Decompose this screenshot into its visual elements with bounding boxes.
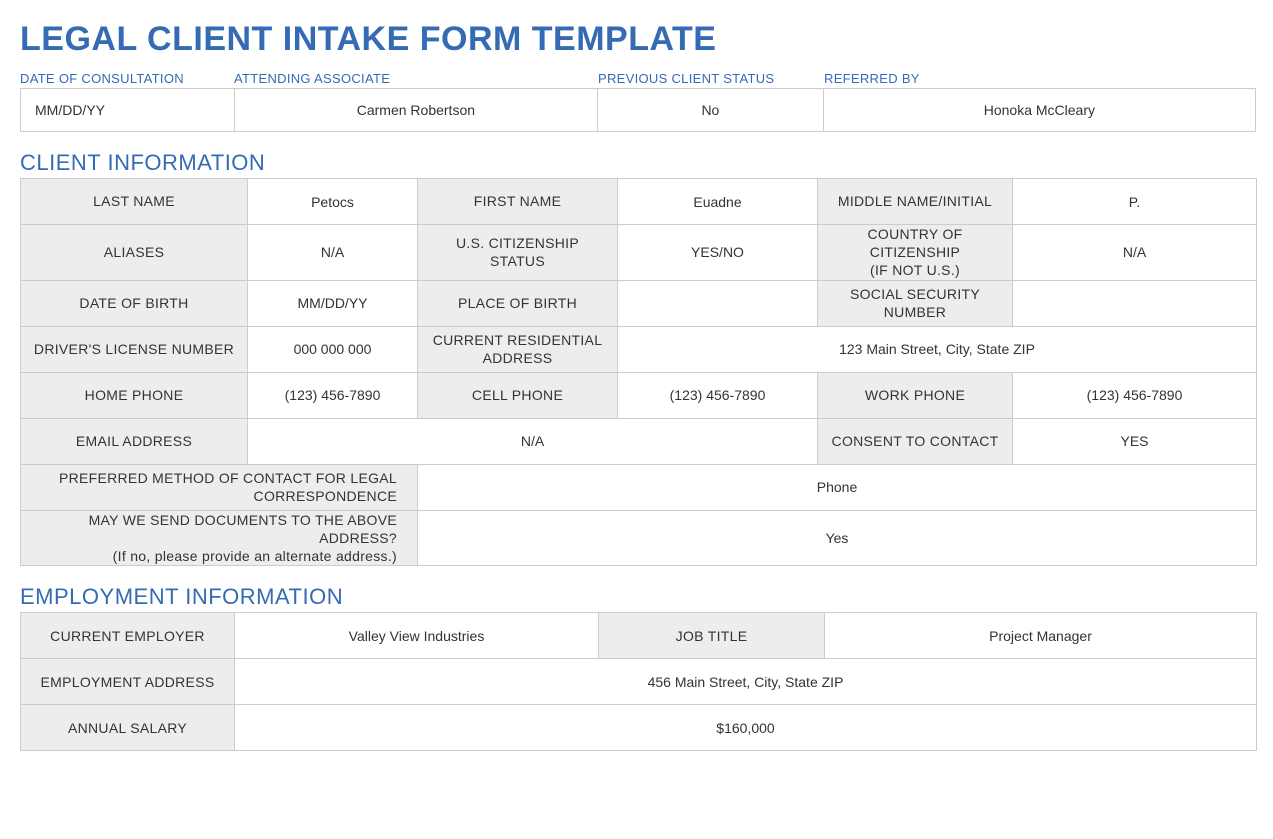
job-title-value[interactable]: Project Manager [825, 613, 1257, 659]
header-date-of-consultation: DATE OF CONSULTATION [20, 67, 234, 88]
label-first-name: FIRST NAME [418, 179, 618, 225]
label-employment-address: EMPLOYMENT ADDRESS [21, 659, 235, 705]
label-date-of-birth: DATE OF BIRTH [21, 280, 248, 326]
label-consent-to-contact: CONSENT TO CONTACT [818, 418, 1013, 464]
cell-phone-value[interactable]: (123) 456-7890 [618, 372, 818, 418]
work-phone-value[interactable]: (123) 456-7890 [1013, 372, 1257, 418]
middle-name-value[interactable]: P. [1013, 179, 1257, 225]
section-client-information: CLIENT INFORMATION [20, 150, 1253, 176]
header-referred-by: REFERRED BY [824, 67, 1256, 88]
meta-table: MM/DD/YY Carmen Robertson No Honoka McCl… [20, 88, 1256, 132]
label-home-phone: HOME PHONE [21, 372, 248, 418]
send-documents-value[interactable]: Yes [418, 510, 1257, 566]
annual-salary-value[interactable]: $160,000 [235, 705, 1257, 751]
label-send-documents: MAY WE SEND DOCUMENTS TO THE ABOVE ADDRE… [21, 510, 418, 566]
label-ssn: SOCIAL SECURITY NUMBER [818, 280, 1013, 326]
citizenship-value[interactable]: YES/NO [618, 225, 818, 281]
header-previous-client-status: PREVIOUS CLIENT STATUS [598, 67, 824, 88]
email-address-value[interactable]: N/A [248, 418, 818, 464]
label-job-title: JOB TITLE [599, 613, 825, 659]
attending-associate-value[interactable]: Carmen Robertson [235, 89, 598, 131]
label-middle-name: MIDDLE NAME/INITIAL [818, 179, 1013, 225]
place-of-birth-value[interactable] [618, 280, 818, 326]
label-aliases: ALIASES [21, 225, 248, 281]
consent-to-contact-value[interactable]: YES [1013, 418, 1257, 464]
header-attending-associate: ATTENDING ASSOCIATE [234, 67, 598, 88]
aliases-value[interactable]: N/A [248, 225, 418, 281]
first-name-value[interactable]: Euadne [618, 179, 818, 225]
label-residential-address: CURRENT RESIDENTIAL ADDRESS [418, 326, 618, 372]
previous-client-status-value[interactable]: No [598, 89, 824, 131]
preferred-contact-method-value[interactable]: Phone [418, 464, 1257, 510]
label-current-employer: CURRENT EMPLOYER [21, 613, 235, 659]
employment-address-value[interactable]: 456 Main Street, City, State ZIP [235, 659, 1257, 705]
label-country-of-citizenship: COUNTRY OF CITIZENSHIP (IF NOT U.S.) [818, 225, 1013, 281]
drivers-license-value[interactable]: 000 000 000 [248, 326, 418, 372]
label-citizenship-status: U.S. CITIZENSHIP STATUS [418, 225, 618, 281]
label-place-of-birth: PLACE OF BIRTH [418, 280, 618, 326]
employment-information-table: CURRENT EMPLOYER Valley View Industries … [20, 612, 1257, 751]
label-cell-phone: CELL PHONE [418, 372, 618, 418]
referred-by-value[interactable]: Honoka McCleary [824, 89, 1255, 131]
client-information-table: LAST NAME Petocs FIRST NAME Euadne MIDDL… [20, 178, 1257, 566]
last-name-value[interactable]: Petocs [248, 179, 418, 225]
current-employer-value[interactable]: Valley View Industries [235, 613, 599, 659]
label-work-phone: WORK PHONE [818, 372, 1013, 418]
country-of-citizenship-value[interactable]: N/A [1013, 225, 1257, 281]
label-annual-salary: ANNUAL SALARY [21, 705, 235, 751]
ssn-value[interactable] [1013, 280, 1257, 326]
date-of-birth-value[interactable]: MM/DD/YY [248, 280, 418, 326]
residential-address-value[interactable]: 123 Main Street, City, State ZIP [618, 326, 1257, 372]
label-drivers-license: DRIVER'S LICENSE NUMBER [21, 326, 248, 372]
consultation-date-value[interactable]: MM/DD/YY [21, 89, 235, 131]
page-title: LEGAL CLIENT INTAKE FORM TEMPLATE [20, 20, 1253, 59]
section-employment-information: EMPLOYMENT INFORMATION [20, 584, 1253, 610]
label-preferred-contact-method: PREFERRED METHOD OF CONTACT FOR LEGAL CO… [21, 464, 418, 510]
label-last-name: LAST NAME [21, 179, 248, 225]
meta-header-row: DATE OF CONSULTATION ATTENDING ASSOCIATE… [20, 67, 1256, 88]
label-email-address: EMAIL ADDRESS [21, 418, 248, 464]
home-phone-value[interactable]: (123) 456-7890 [248, 372, 418, 418]
